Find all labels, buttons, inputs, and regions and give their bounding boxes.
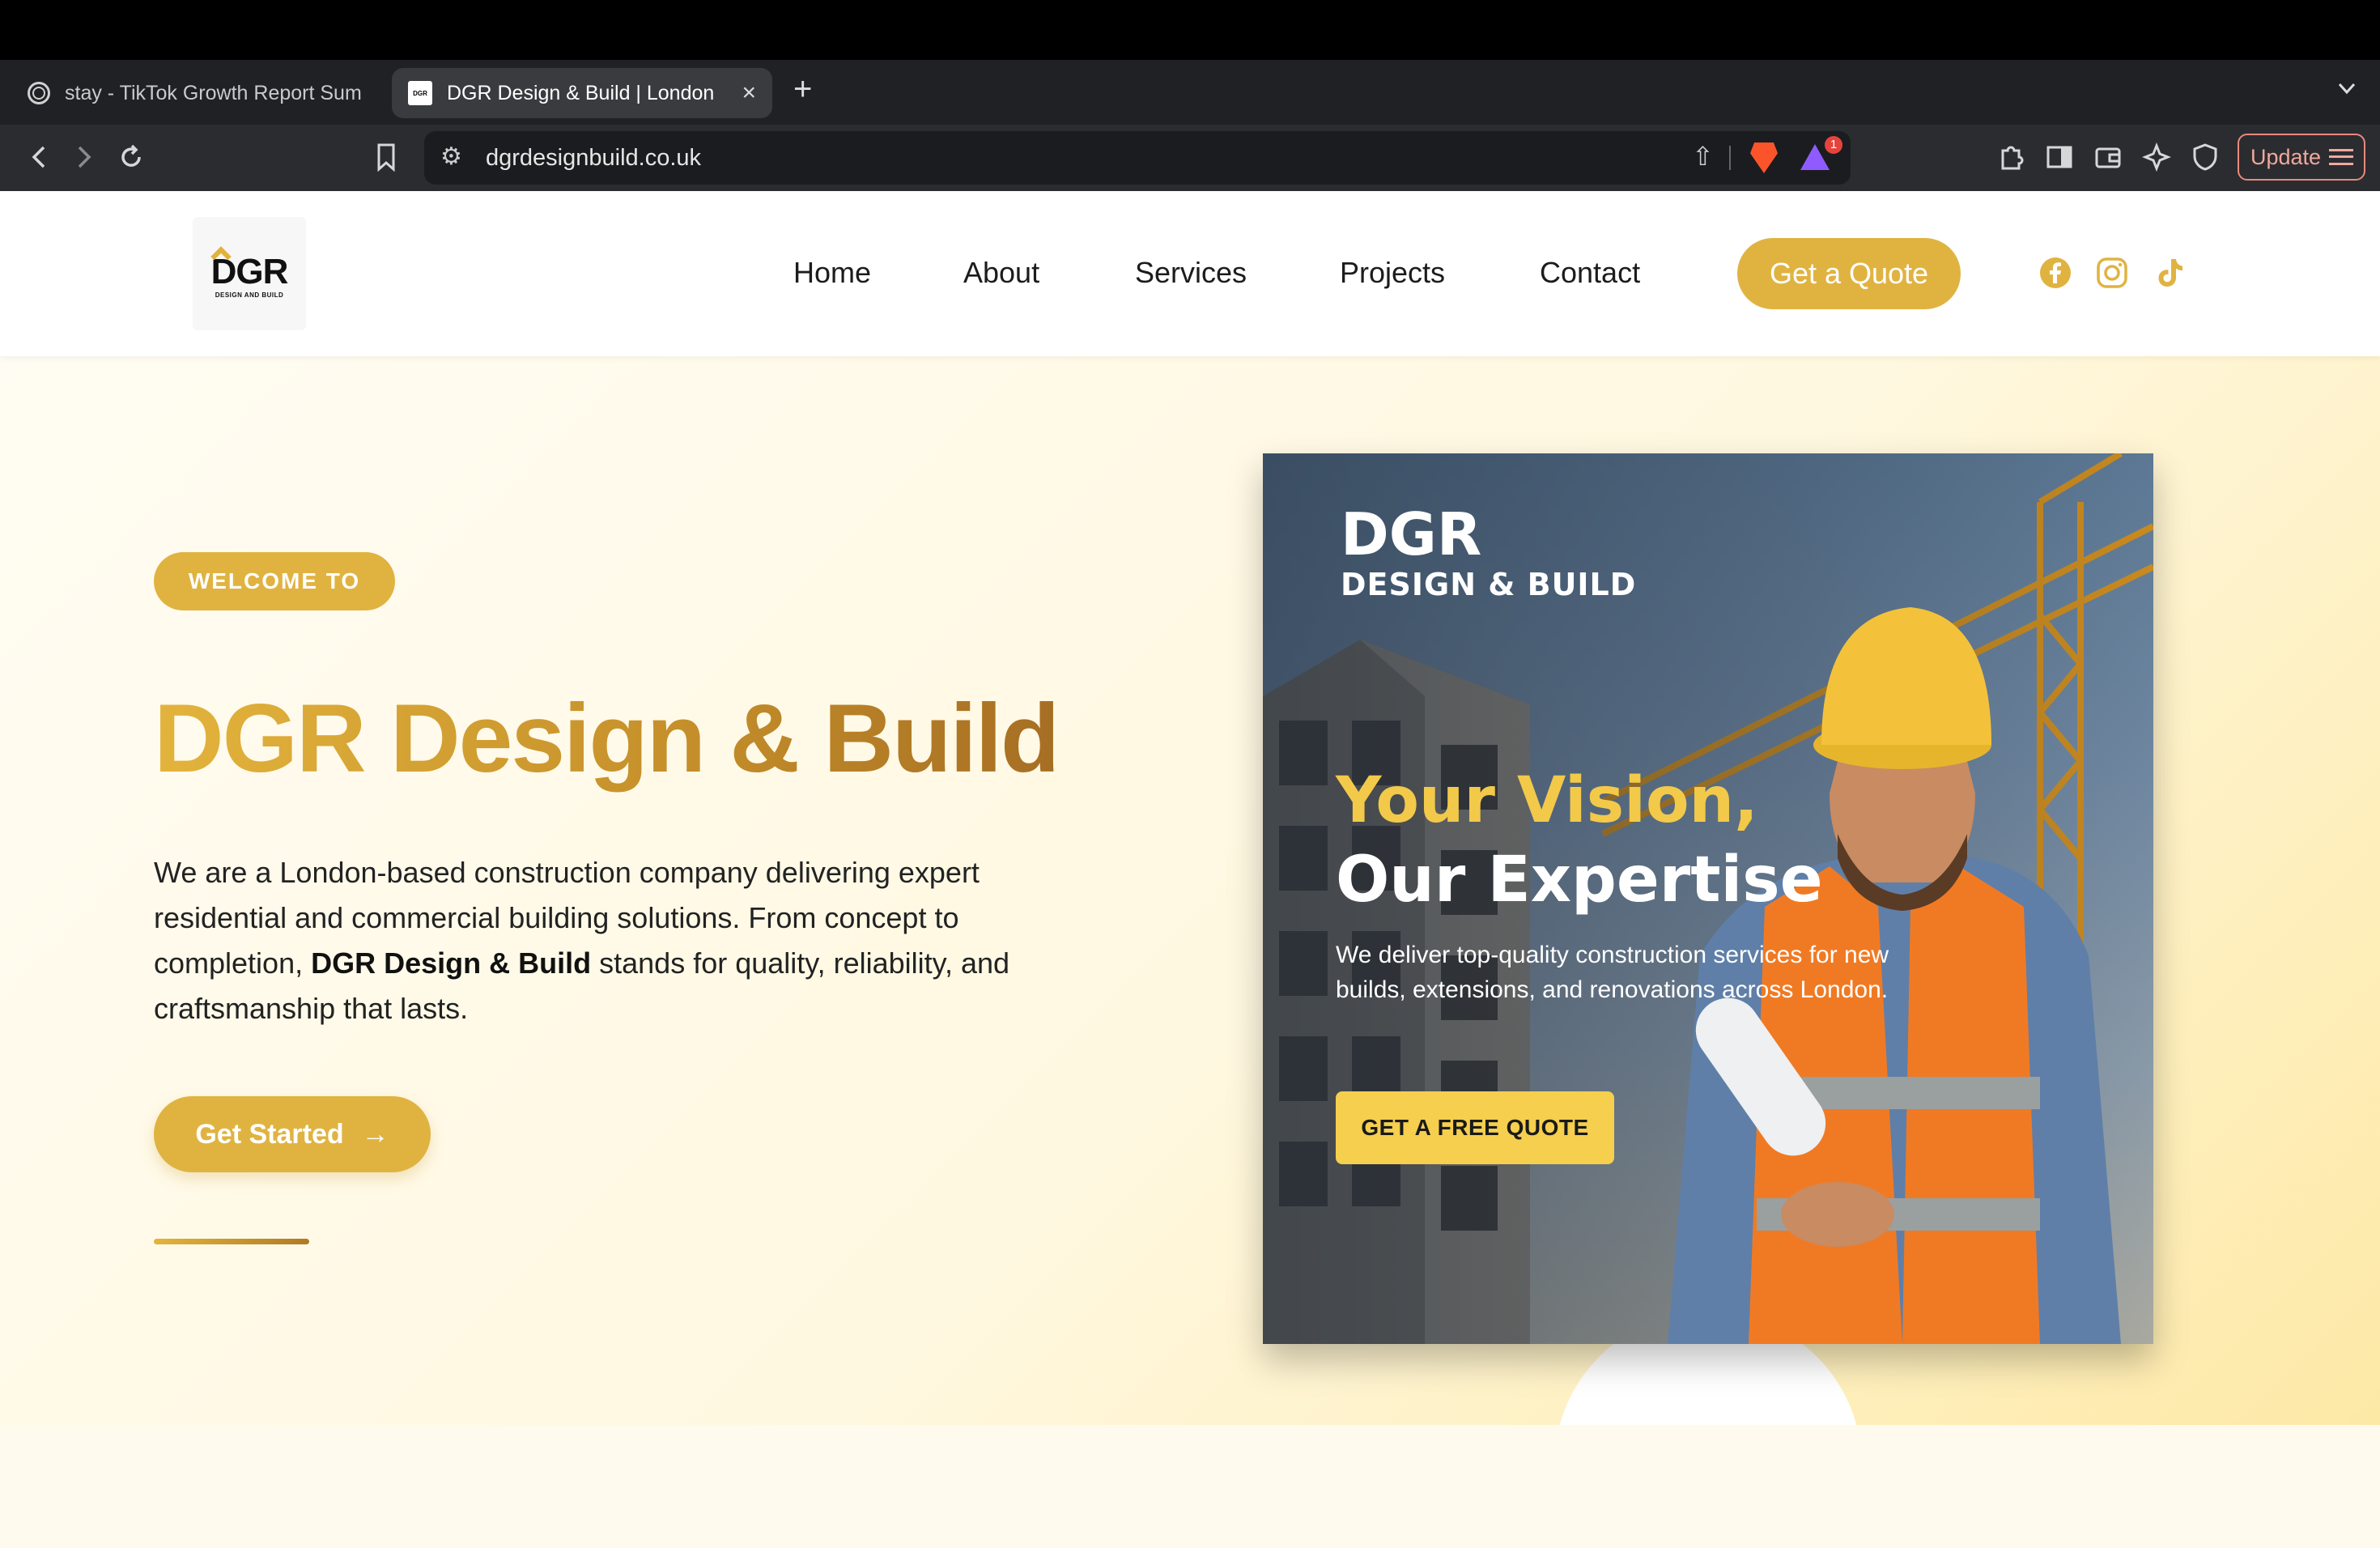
facebook-icon[interactable]	[2038, 256, 2072, 290]
vpn-shield-icon[interactable]	[2191, 142, 2220, 172]
arrow-right-icon: →	[361, 1118, 389, 1150]
rewards-badge: 1	[1825, 136, 1842, 154]
get-a-quote-button[interactable]: Get a Quote	[1737, 238, 1961, 309]
hero-text-bold: DGR Design & Build	[311, 946, 592, 980]
menu-icon	[2329, 149, 2354, 165]
dgr-favicon-icon: DGR	[408, 81, 432, 105]
next-section	[0, 1425, 2380, 1548]
forward-icon[interactable]	[70, 142, 99, 172]
browser-toolbar: ⚙ dgrdesignbuild.co.uk ⇧ 1 Update	[0, 125, 2380, 191]
card-headline-line-1: Your Vision,	[1336, 764, 1758, 837]
wallet-icon[interactable]	[2093, 142, 2123, 172]
system-top-bar	[0, 0, 2380, 60]
tab-dgr-design-build[interactable]: DGR DGR Design & Build | London ×	[392, 68, 772, 118]
get-started-button[interactable]: Get Started →	[154, 1096, 431, 1172]
brave-shields-icon[interactable]	[1750, 142, 1778, 173]
logo-subtitle: DESIGN AND BUILD	[215, 291, 284, 299]
back-icon[interactable]	[24, 142, 53, 172]
tab-strip: stay - TikTok Growth Report Sum DGR DGR …	[0, 60, 2380, 125]
tab-title: stay - TikTok Growth Report Sum	[65, 81, 362, 104]
card-headline: Your Vision, Our Expertise	[1336, 761, 1823, 920]
hero-description: We are a London-based construction compa…	[154, 850, 1060, 1031]
bookmark-icon[interactable]	[374, 142, 398, 172]
nav-contact[interactable]: Contact	[1540, 256, 1640, 290]
hero-section: WELCOME TO DGR Design & Build We are a L…	[0, 356, 2380, 1425]
address-bar[interactable]: ⚙ dgrdesignbuild.co.uk ⇧ 1	[424, 131, 1851, 185]
leo-ai-icon[interactable]	[2142, 142, 2171, 172]
instagram-icon[interactable]	[2095, 256, 2129, 290]
hero-title: DGR Design & Build	[154, 682, 1060, 795]
extensions-icon[interactable]	[1996, 142, 2025, 172]
card-headline-line-2: Our Expertise	[1336, 844, 1823, 916]
get-started-label: Get Started	[195, 1118, 344, 1150]
card-brand-subtitle: DESIGN & BUILD	[1341, 567, 1637, 602]
nav-services[interactable]: Services	[1135, 256, 1247, 290]
site-header: DGR DESIGN AND BUILD Home About Services…	[0, 191, 2380, 356]
divider	[1729, 146, 1731, 170]
website-viewport: DGR DESIGN AND BUILD Home About Services…	[0, 191, 2380, 1548]
sidebar-icon[interactable]	[2045, 142, 2074, 172]
nav-about[interactable]: About	[963, 256, 1039, 290]
nav-home[interactable]: Home	[793, 256, 871, 290]
close-tab-icon[interactable]: ×	[742, 79, 756, 107]
accent-divider	[154, 1239, 309, 1244]
hero-promo-card: DGR DESIGN & BUILD Your Vision, Our Expe…	[1263, 453, 2153, 1344]
get-a-free-quote-button[interactable]: GET A FREE QUOTE	[1336, 1091, 1614, 1164]
openai-icon	[28, 82, 50, 104]
nav-projects[interactable]: Projects	[1340, 256, 1445, 290]
card-brand: DGR DESIGN & BUILD	[1341, 502, 1636, 602]
share-icon[interactable]: ⇧	[1692, 141, 1714, 172]
chevron-down-icon[interactable]	[2336, 78, 2357, 99]
new-tab-icon[interactable]: +	[793, 73, 812, 105]
tab-title: DGR Design & Build | London	[447, 81, 715, 104]
reload-icon[interactable]	[117, 142, 146, 172]
url-text[interactable]: dgrdesignbuild.co.uk	[486, 145, 701, 172]
card-brand-name: DGR	[1341, 500, 1482, 568]
tab-tiktok-report[interactable]: stay - TikTok Growth Report Sum	[11, 68, 392, 118]
card-description: We deliver top-quality construction serv…	[1336, 942, 1889, 1003]
welcome-badge: WELCOME TO	[154, 552, 395, 610]
site-settings-icon[interactable]: ⚙	[440, 142, 462, 171]
site-logo[interactable]: DGR DESIGN AND BUILD	[193, 217, 306, 330]
tiktok-icon[interactable]	[2153, 256, 2187, 290]
update-label: Update	[2250, 144, 2322, 169]
update-button[interactable]: Update	[2238, 134, 2365, 181]
